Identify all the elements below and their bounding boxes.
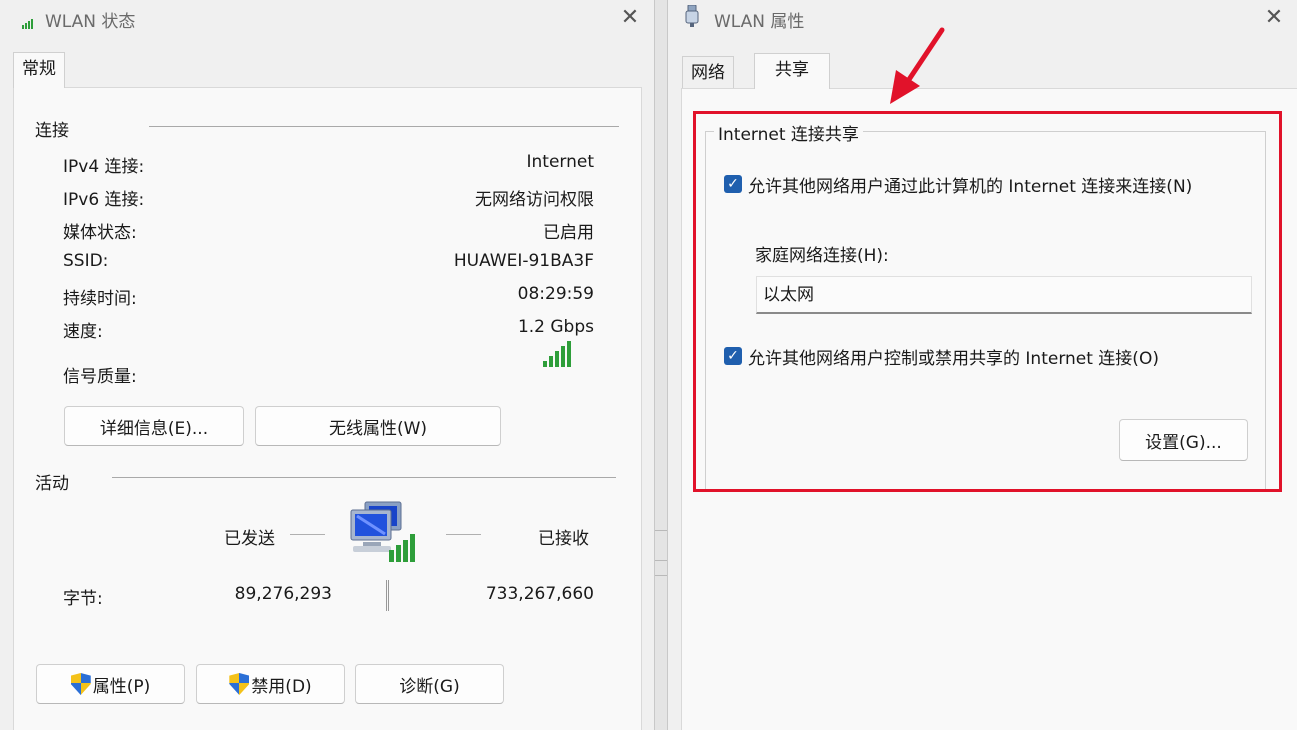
duration-value: 08:29:59 (517, 284, 594, 304)
signal-bar (567, 341, 571, 367)
received-label: 已接收 (538, 529, 589, 549)
duration-label: 持续时间: (63, 289, 137, 309)
network-computers-icon (347, 496, 421, 570)
ipv6-value: 无网络访问权限 (475, 190, 594, 210)
ssid-label: SSID: (63, 251, 109, 271)
media-state-value: 已启用 (543, 223, 594, 243)
signal-bar (549, 356, 553, 367)
signal-strength-icon (541, 341, 573, 371)
window-gap (655, 0, 667, 730)
media-state-label: 媒体状态: (63, 223, 137, 243)
disable-button[interactable]: 禁用(D) (196, 664, 345, 704)
annotation-highlight-box (693, 111, 1282, 492)
activity-group-label: 活动 (35, 469, 69, 494)
tab-general[interactable]: 常规 (13, 52, 65, 88)
wireless-properties-button[interactable]: 无线属性(W) (255, 406, 501, 446)
bytes-received-value: 733,267,660 (485, 584, 594, 604)
speed-label: 速度: (63, 322, 103, 342)
connection-group-label: 连接 (35, 116, 69, 141)
disable-button-label: 禁用(D) (251, 676, 312, 697)
window-title: WLAN 属性 (714, 12, 805, 32)
window-title: WLAN 状态 (45, 12, 136, 32)
tab-network[interactable]: 网络 (682, 56, 734, 90)
bytes-sent-value: 89,276,293 (234, 584, 332, 604)
sent-label: 已发送 (224, 529, 275, 549)
close-button[interactable]: ✕ (1262, 6, 1286, 30)
general-panel: 连接 IPv4 连接: Internet IPv6 连接: 无网络访问权限 媒体… (13, 87, 642, 730)
signal-bar (543, 361, 547, 367)
uac-shield-icon (229, 673, 249, 695)
divider (149, 126, 619, 127)
tab-sharing[interactable]: 共享 (754, 53, 830, 89)
close-button[interactable]: ✕ (618, 6, 642, 30)
title-bar: WLAN 属性 ✕ (668, 0, 1297, 36)
title-bar: WLAN 状态 ✕ (0, 0, 654, 36)
network-adapter-icon (685, 4, 699, 31)
sent-line (290, 534, 325, 535)
signal-quality-label: 信号质量: (63, 367, 137, 387)
speed-value: 1.2 Gbps (517, 317, 594, 337)
wifi-signal-icon (22, 14, 36, 33)
wlan-status-window: WLAN 状态 ✕ 常规 连接 IPv4 连接: Internet IPv6 连… (0, 0, 655, 730)
received-line (446, 534, 481, 535)
ipv4-label: IPv4 连接: (63, 157, 145, 177)
details-button[interactable]: 详细信息(E)... (64, 406, 244, 446)
ipv6-label: IPv6 连接: (63, 190, 145, 210)
ipv4-value: Internet (526, 152, 594, 172)
properties-button-label: 属性(P) (92, 676, 151, 697)
signal-bar (555, 351, 559, 367)
bytes-label: 字节: (63, 589, 103, 609)
properties-button[interactable]: 属性(P) (36, 664, 185, 704)
activity-separator (386, 580, 389, 611)
diagnose-button[interactable]: 诊断(G) (355, 664, 504, 704)
signal-bar (561, 346, 565, 367)
divider (112, 477, 616, 478)
ssid-value: HUAWEI-91BA3F (453, 251, 594, 271)
red-arrow-icon (884, 26, 948, 110)
uac-shield-icon (71, 673, 91, 695)
